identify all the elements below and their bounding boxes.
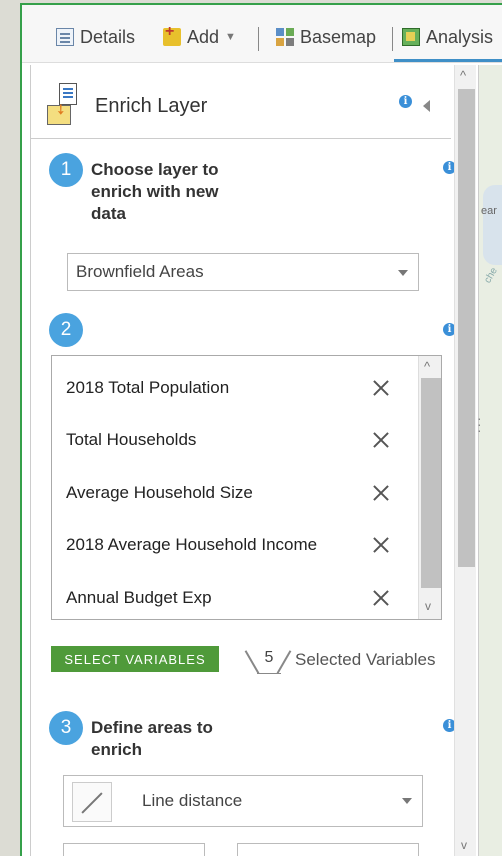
select-variables-button[interactable]: SELECT VARIABLES <box>51 646 219 672</box>
map-water-area <box>483 185 502 265</box>
map-view[interactable]: ear che <box>478 65 502 856</box>
scroll-down-icon[interactable] <box>424 599 434 613</box>
step-1-label: Choose layer to enrich with new data <box>91 160 219 223</box>
map-label: che <box>482 265 500 286</box>
basemap-icon <box>276 28 294 46</box>
variable-label: 2018 Average Household Income <box>66 535 318 554</box>
analysis-icon <box>402 28 420 46</box>
remove-variable-icon[interactable] <box>372 379 390 397</box>
variable-label: Annual Budget Exp <box>66 588 212 607</box>
selected-count: 5 <box>264 649 274 666</box>
app-frame: Details Add ▼ Basemap Analysis ➘ Enrich … <box>20 3 502 856</box>
analysis-label: Analysis <box>426 26 494 47</box>
chevron-down-icon <box>398 270 408 276</box>
scrollbar-thumb[interactable] <box>421 378 441 588</box>
scroll-down-icon[interactable] <box>460 838 470 852</box>
layer-select-value: Brownfield Areas <box>76 262 204 281</box>
variable-row: 2018 Average Household Income <box>52 519 417 571</box>
details-button[interactable]: Details <box>56 25 135 49</box>
variable-row: Average Household Size <box>52 467 417 519</box>
panel-scrollbar[interactable] <box>454 65 476 856</box>
basemap-button[interactable]: Basemap <box>276 25 376 49</box>
details-label: Details <box>80 26 136 47</box>
info-icon[interactable]: i <box>399 95 412 108</box>
selected-variables-label: Selected Variables <box>295 650 436 669</box>
step-3-badge: 3 <box>49 711 83 745</box>
scroll-up-icon[interactable] <box>424 359 434 374</box>
enrich-layer-icon: ➘ <box>45 83 79 127</box>
remove-variable-icon[interactable] <box>372 431 390 449</box>
add-label: Add <box>187 26 220 47</box>
chevron-down-icon: ▼ <box>225 31 236 43</box>
details-icon <box>56 28 74 46</box>
chevron-down-icon <box>402 798 412 804</box>
layer-select[interactable]: Brownfield Areas <box>67 253 419 291</box>
active-tab-indicator <box>394 59 502 62</box>
selected-count-badge: 5 <box>244 645 292 675</box>
scrollbar-thumb[interactable] <box>458 89 475 567</box>
area-type-select[interactable]: Line distance <box>63 775 423 827</box>
step-1-badge: 1 <box>49 153 83 187</box>
collapse-panel-icon[interactable] <box>423 100 430 112</box>
enrich-layer-panel: ➘ Enrich Layer i 1 Choose layer to enric… <box>30 65 474 856</box>
line-distance-icon <box>72 782 112 822</box>
map-label: ear <box>481 205 497 217</box>
toolbar-divider <box>392 27 393 51</box>
variable-list-scrollbar[interactable] <box>418 356 441 619</box>
units-select[interactable] <box>237 843 419 856</box>
distance-input[interactable] <box>63 843 205 856</box>
add-button[interactable]: Add ▼ <box>163 23 236 49</box>
variable-label: Average Household Size <box>66 483 253 502</box>
panel-title: Enrich Layer <box>95 95 208 117</box>
panel-header: ➘ Enrich Layer i <box>31 65 451 139</box>
variable-list: 2018 Total Population Total Households A… <box>51 355 442 620</box>
remove-variable-icon[interactable] <box>372 484 390 502</box>
variable-row: 2018 Total Population <box>52 362 417 414</box>
map-toolbar: Details Add ▼ Basemap Analysis <box>22 5 502 63</box>
analysis-tab[interactable]: Analysis <box>402 25 493 49</box>
scroll-up-icon[interactable] <box>460 68 470 83</box>
basemap-label: Basemap <box>300 26 377 47</box>
toolbar-divider <box>258 27 259 51</box>
panel-resize-handle[interactable]: · · · <box>477 411 482 437</box>
variable-label: Total Households <box>66 430 197 449</box>
remove-variable-icon[interactable] <box>372 589 390 607</box>
variable-label: 2018 Total Population <box>66 378 230 397</box>
add-icon <box>163 23 181 46</box>
variable-row: Annual Budget Exp <box>52 572 417 619</box>
remove-variable-icon[interactable] <box>372 536 390 554</box>
variable-row: Total Households <box>52 414 417 466</box>
step-2-badge: 2 <box>49 313 83 347</box>
area-type-value: Line distance <box>142 791 243 810</box>
step-3-label: Define areas to enrich <box>91 718 213 759</box>
